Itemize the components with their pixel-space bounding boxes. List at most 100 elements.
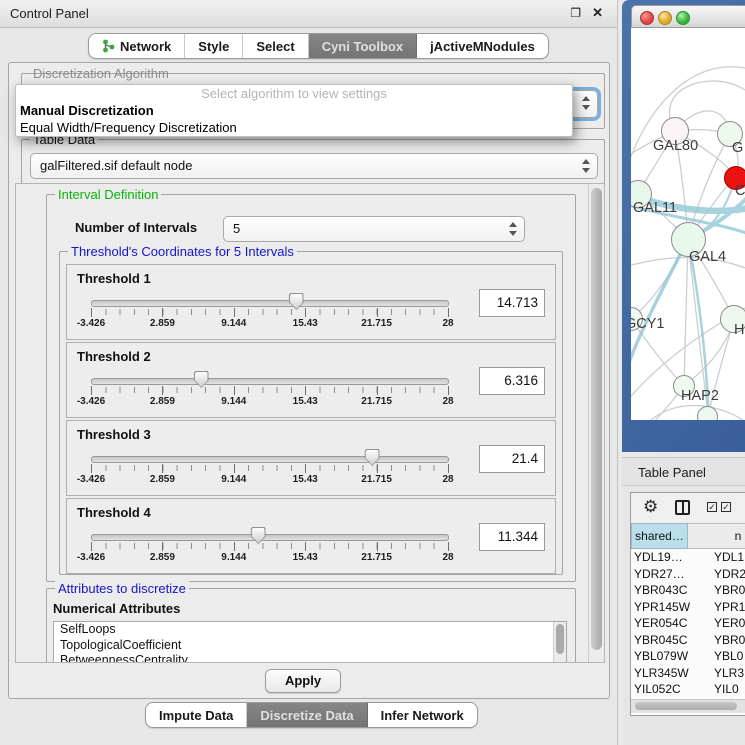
combo-arrows-icon <box>508 221 517 237</box>
threshold-3-slider[interactable] <box>91 455 447 462</box>
node-label: C <box>735 183 745 199</box>
number-of-intervals-value: 5 <box>233 221 240 236</box>
network-view-window: GAL80 G GAL11 GAL4 GCY1 H HAP2 C <box>622 0 745 452</box>
tab-jactivemnodules[interactable]: jActiveMNodules <box>417 34 548 58</box>
tab-network-label: Network <box>120 39 171 54</box>
gear-icon[interactable]: ⚙ <box>643 497 658 517</box>
combo-arrows-icon <box>581 158 590 174</box>
tab-style[interactable]: Style <box>185 34 243 58</box>
threshold-2-value-field[interactable]: 6.316 <box>479 367 545 395</box>
threshold-3-value-field[interactable]: 21.4 <box>479 445 545 473</box>
table-row[interactable]: YBL079WYBL0 <box>631 648 745 665</box>
network-node[interactable] <box>697 406 718 420</box>
attributes-list-scrollbar[interactable] <box>553 622 566 663</box>
thresholds-group-label: Threshold's Coordinates for 5 Intervals <box>68 244 297 259</box>
node-label: GAL80 <box>653 138 698 154</box>
threshold-4-slider[interactable] <box>91 533 447 540</box>
algorithm-placeholder-option[interactable]: Select algorithm to view settings <box>16 85 572 102</box>
list-item[interactable]: BetweennessCentrality <box>54 653 566 663</box>
slider-major-ticks <box>91 386 448 395</box>
algorithm-option-equal-width[interactable]: Equal Width/Frequency Discretization <box>16 119 572 136</box>
network-icon <box>102 39 115 53</box>
float-window-icon[interactable]: ❐ <box>570 6 581 20</box>
threshold-2-title: Threshold 2 <box>77 349 151 364</box>
interval-definition-group-label: Interval Definition <box>55 187 161 202</box>
minimize-traffic-light-icon[interactable] <box>658 11 672 25</box>
slider-scale-labels: -3.4262.8599.14415.4321.71528 <box>91 396 448 408</box>
settings-vertical-scrollbar[interactable] <box>588 184 604 662</box>
checkbox-icon[interactable]: ✓ <box>707 502 717 512</box>
close-window-icon[interactable]: ✕ <box>592 6 603 20</box>
threshold-2-slider[interactable] <box>91 377 447 384</box>
interval-definition-group: Interval Definition Number of Intervals … <box>46 194 576 582</box>
node-label: HAP2 <box>681 388 719 404</box>
tab-impute-data[interactable]: Impute Data <box>146 703 247 727</box>
list-item[interactable]: TopologicalCoefficient <box>54 638 566 654</box>
attributes-group-label: Attributes to discretize <box>55 581 189 596</box>
threshold-1-panel: Threshold 1 -3.4262.8599.14415.4321.7152… <box>66 264 556 340</box>
tab-cyni-toolbox[interactable]: Cyni Toolbox <box>309 34 417 58</box>
table-row[interactable]: YLR345WYLR3 <box>631 665 745 682</box>
node-label: GCY1 <box>631 316 665 332</box>
threshold-2-panel: Threshold 2 -3.4262.8599.14415.4321.7152… <box>66 342 556 418</box>
tab-infer-network-label: Infer Network <box>381 708 464 723</box>
table-row[interactable]: YER054CYER0 <box>631 615 745 632</box>
cyni-toolbox-panel: Discretization Algorithm Select algorith… <box>8 62 610 699</box>
table-horizontal-scrollbar[interactable] <box>631 699 745 713</box>
table-panel: ⚙ ✓ ✓ shared… n YDL19…YDL1 YDR27…YDR2 YB… <box>622 486 745 745</box>
node-label: H <box>734 322 744 338</box>
threshold-1-value-field[interactable]: 14.713 <box>479 289 545 317</box>
numerical-attributes-list[interactable]: SelfLoops TopologicalCoefficient Between… <box>53 621 567 663</box>
tab-select[interactable]: Select <box>243 34 308 58</box>
numerical-attributes-label: Numerical Attributes <box>53 601 180 616</box>
table-row[interactable]: YDL19…YDL1 <box>631 549 745 566</box>
threshold-1-slider[interactable] <box>91 299 447 306</box>
list-item[interactable]: SelfLoops <box>54 622 566 638</box>
zoom-traffic-light-icon[interactable] <box>676 11 690 25</box>
threshold-3-panel: Threshold 3 -3.4262.8599.14415.4321.7152… <box>66 420 556 496</box>
table-row[interactable]: YPR145WYPR1 <box>631 599 745 616</box>
slider-track <box>91 378 449 385</box>
cyni-mode-tabs: Impute Data Discretize Data Infer Networ… <box>145 702 478 728</box>
table-row[interactable]: YBR045CYBR0 <box>631 632 745 649</box>
threshold-3-title: Threshold 3 <box>77 427 151 442</box>
node-label: G <box>732 140 743 156</box>
settings-scrollpane: Interval Definition Number of Intervals … <box>15 183 605 663</box>
algorithm-dropdown-popup: Select algorithm to view settings Manual… <box>15 84 573 137</box>
tab-jactivemnodules-label: jActiveMNodules <box>430 39 535 54</box>
tab-infer-network[interactable]: Infer Network <box>368 703 477 727</box>
slider-major-ticks <box>91 308 448 317</box>
table-row[interactable]: YBR043CYBR0 <box>631 582 745 599</box>
threshold-4-panel: Threshold 4 -3.4262.8599.14415.4321.7152… <box>66 498 556 574</box>
tab-cyni-toolbox-label: Cyni Toolbox <box>322 39 403 54</box>
tab-network[interactable]: Network <box>89 34 185 58</box>
thresholds-group: Threshold's Coordinates for 5 Intervals … <box>59 251 563 575</box>
tab-discretize-data[interactable]: Discretize Data <box>247 703 367 727</box>
table-data-selected: galFiltered.sif default node <box>40 158 192 173</box>
table-row[interactable]: YIL052CYIL0 <box>631 681 745 698</box>
split-columns-icon[interactable] <box>675 500 690 515</box>
number-of-intervals-combobox[interactable]: 5 <box>223 216 525 242</box>
tab-style-label: Style <box>198 39 229 54</box>
control-panel-window: Control Panel ❐ ✕ Network Styl <box>0 0 618 745</box>
column-header-name[interactable]: n <box>688 523 745 549</box>
table-panel-box: ⚙ ✓ ✓ shared… n YDL19…YDL1 YDR27…YDR2 YB… <box>630 492 745 716</box>
slider-track <box>91 456 449 463</box>
number-of-intervals-label: Number of Intervals <box>75 220 197 235</box>
threshold-4-value-field[interactable]: 11.344 <box>479 523 545 551</box>
apply-button[interactable]: Apply <box>265 669 341 693</box>
network-window-titlebar <box>631 5 745 28</box>
slider-scale-labels: -3.4262.8599.14415.4321.71528 <box>91 474 448 486</box>
slider-major-ticks <box>91 542 448 551</box>
column-header-shared[interactable]: shared… <box>631 523 688 549</box>
table-data-combobox[interactable]: galFiltered.sif default node <box>30 153 598 179</box>
node-label: GAL4 <box>689 249 726 265</box>
network-canvas[interactable]: GAL80 G GAL11 GAL4 GCY1 H HAP2 C <box>631 28 745 420</box>
tab-discretize-data-label: Discretize Data <box>260 708 353 723</box>
checkbox-icon[interactable]: ✓ <box>721 502 731 512</box>
close-traffic-light-icon[interactable] <box>640 11 654 25</box>
tab-select-label: Select <box>256 39 294 54</box>
node-label: GAL11 <box>633 200 677 216</box>
algorithm-option-manual[interactable]: Manual Discretization <box>16 102 572 119</box>
table-row[interactable]: YDR27…YDR2 <box>631 566 745 583</box>
